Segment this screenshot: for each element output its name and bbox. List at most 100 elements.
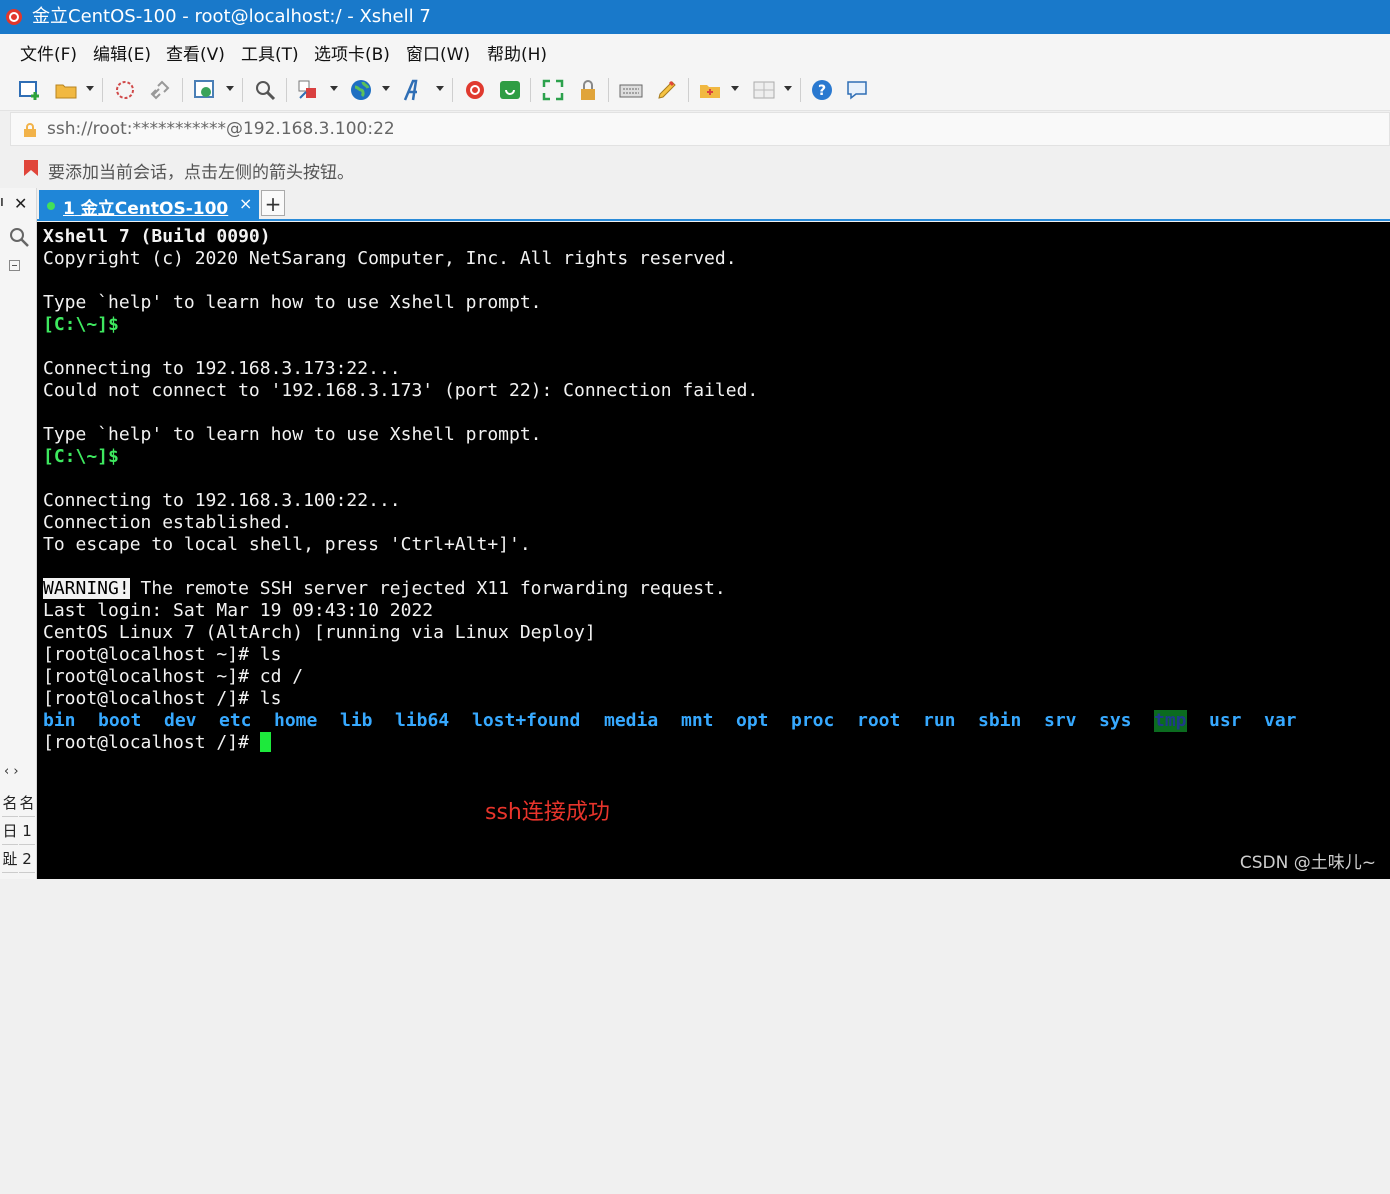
toolbar-separator [608,78,609,102]
globe-dropdown-icon[interactable] [382,86,390,91]
pin-icon[interactable]: ı [0,194,4,210]
toolbar-separator [182,78,183,102]
menu-tabs[interactable]: 选项卡(B) [314,40,390,65]
toolbar-separator [452,78,453,102]
dir-entry: lib [340,710,373,731]
folder-dropdown-icon[interactable] [731,86,739,91]
dir-entry: bin [43,710,76,731]
open-dropdown-icon[interactable] [86,86,94,91]
dir-entry: srv [1044,710,1077,731]
toolbar-separator [242,78,243,102]
grid-cell: 名 [2,790,18,817]
font-dropdown-icon[interactable] [436,86,444,91]
toolbar-separator [286,78,287,102]
open-folder-icon[interactable] [54,78,78,102]
terminal-line: Connecting to 192.168.3.173:22... [43,358,401,379]
xagent-icon[interactable] [498,78,522,102]
annotation-text: ssh连接成功 [485,800,610,825]
menu-tools[interactable]: 工具(T) [241,40,299,65]
dir-entry: home [274,710,318,731]
layout-icon[interactable] [752,78,776,102]
new-session-icon[interactable] [18,78,42,102]
toolbar-separator [102,78,103,102]
svg-text:?: ? [818,83,826,99]
terminal-line: Xshell 7 (Build 0090) [43,226,271,247]
terminal-line: Type `help' to learn how to use Xshell p… [43,292,542,313]
tab-close-icon[interactable]: × [239,194,252,213]
properties-dropdown-icon[interactable] [226,86,234,91]
terminal-cursor [259,732,271,752]
dir-entry-tmp: tmp [1154,710,1187,732]
address-lock-icon [24,123,36,137]
grid-cell: 名 [19,790,35,817]
keyboard-icon[interactable] [619,78,643,102]
menu-view[interactable]: 查看(V) [166,40,225,65]
address-text: ssh://root:***********@192.168.3.100:22 [47,119,395,139]
warning-tag: WARNING! [43,578,130,599]
hint-bar: 要添加当前会话，点击左侧的箭头按钮。 [10,148,1390,188]
menu-file[interactable]: 文件(F) [20,40,77,65]
terminal-line: [root@localhost /]# ls [43,688,282,709]
terminal-line: Copyright (c) 2020 NetSarang Computer, I… [43,248,737,269]
warning-message: The remote SSH server rejected X11 forwa… [129,578,726,599]
terminal-line: Could not connect to '192.168.3.173' (po… [43,380,759,401]
grid-cell: 1 [19,818,35,845]
lock-icon[interactable] [576,78,600,102]
find-icon[interactable] [253,78,277,102]
address-bar[interactable]: ssh://root:***********@192.168.3.100:22 [10,112,1390,146]
highlight-icon[interactable] [655,78,679,102]
menu-edit[interactable]: 编辑(E) [93,40,151,65]
toolbar-separator [530,78,531,102]
transfer-dropdown-icon[interactable] [330,86,338,91]
tab-label: 1 金立CentOS-100 [63,199,229,219]
xftp-icon[interactable] [463,78,487,102]
tab-session-1[interactable]: 1 金立CentOS-100 × [39,190,259,221]
dir-entry: media [604,710,659,731]
window-title: 金立CentOS-100 - root@localhost:/ - Xshell… [32,6,431,27]
dir-entry: lost+found [472,710,581,731]
collapse-tree-icon[interactable] [9,260,20,271]
layout-dropdown-icon[interactable] [784,86,792,91]
terminal-line: [root@localhost ~]# cd / [43,666,304,687]
disconnect-icon[interactable] [113,78,137,102]
terminal[interactable]: Xshell 7 (Build 0090) Copyright (c) 2020… [37,222,1390,879]
dir-entry: lib64 [395,710,450,731]
dir-entry: boot [98,710,142,731]
terminal-line: Type `help' to learn how to use Xshell p… [43,424,542,445]
dir-entry: opt [736,710,769,731]
font-icon[interactable] [402,78,426,102]
globe-icon[interactable] [349,78,373,102]
new-tab-button[interactable]: + [261,190,285,216]
dir-entry: run [923,710,956,731]
terminal-line: CentOS Linux 7 (AltArch) [running via Li… [43,622,596,643]
reconnect-icon[interactable] [148,78,172,102]
new-folder-icon[interactable] [698,78,722,102]
grid-cell: 2 [19,846,35,873]
properties-icon[interactable] [193,78,217,102]
dir-entry: usr [1209,710,1242,731]
transfer-icon[interactable] [296,78,320,102]
dir-entry: sys [1099,710,1132,731]
menu-bar: 文件(F) 编辑(E) 查看(V) 工具(T) 选项卡(B) 窗口(W) 帮助(… [0,34,1390,70]
dir-entry: var [1264,710,1297,731]
current-prompt-line: [root@localhost /]# [43,732,271,754]
toolbar: ? [0,70,1390,111]
xshell-app-icon [6,9,22,25]
remote-prompt: [root@localhost /]# [43,732,260,753]
close-pane-icon[interactable]: ✕ [14,194,27,213]
bookmark-arrow-icon[interactable] [22,158,40,178]
session-manager-pane: ı ✕ ‹ › 名 名 日 1 趾 2 [0,188,37,879]
toolbar-separator [800,78,801,102]
menu-help[interactable]: 帮助(H) [487,40,547,65]
pane-scroll-arrows[interactable]: ‹ › [4,764,19,779]
fullscreen-icon[interactable] [541,78,565,102]
ls-output: bin boot dev etc home lib lib64 lost+fou… [37,710,1297,732]
dir-entry: mnt [681,710,714,731]
watermark: CSDN @土味儿~ [1239,853,1376,873]
menu-window[interactable]: 窗口(W) [406,40,470,65]
search-icon[interactable] [8,226,30,248]
help-icon[interactable]: ? [810,78,834,102]
chat-icon[interactable] [845,78,869,102]
grid-cell: 日 [2,818,18,845]
warning-line: WARNING! The remote SSH server rejected … [43,578,726,600]
